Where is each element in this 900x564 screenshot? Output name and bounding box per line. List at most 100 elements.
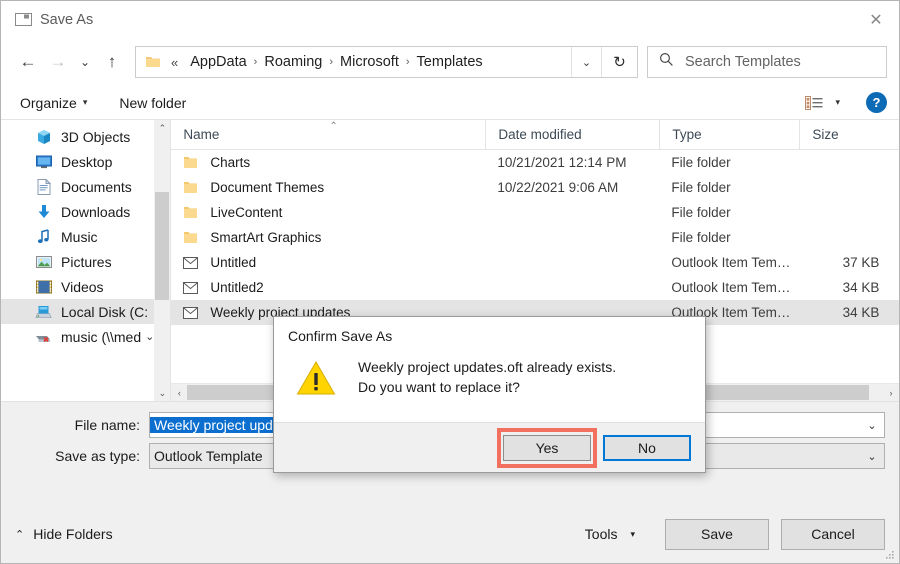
file-name-cell: SmartArt Graphics (171, 230, 485, 245)
no-button-wrapper: No (603, 434, 691, 461)
videos-icon (35, 278, 52, 295)
yes-button[interactable]: Yes (503, 434, 591, 461)
dialog-body: Weekly project updates.oft already exist… (274, 344, 705, 422)
dialog-footer: Yes No (274, 422, 705, 472)
folder-icon (183, 230, 200, 245)
table-row[interactable]: SmartArt Graphics File folder (171, 225, 899, 250)
chevron-down-icon[interactable]: ⌄ (571, 47, 601, 77)
save-as-type-label: Save as type: (55, 448, 140, 464)
chevron-down-icon[interactable]: ⌄ (860, 419, 884, 432)
table-row[interactable]: Charts 10/21/2021 12:14 PM File folder (171, 150, 899, 175)
navigation-pane: 3D Objects Desktop Documents Downloads M… (1, 120, 172, 401)
sidebar-item-documents[interactable]: Documents (1, 174, 154, 199)
arrow-left-icon[interactable]: ← (13, 47, 43, 77)
sidebar-item-label: Music (61, 228, 98, 245)
scroll-down-icon[interactable]: ⌄ (154, 385, 170, 401)
column-label: Type (672, 127, 702, 142)
sidebar-item-music-network[interactable]: music (\\med ⌄ (1, 324, 154, 349)
table-row[interactable]: Document Themes 10/22/2021 9:06 AM File … (171, 175, 899, 200)
window-title: Save As (40, 11, 94, 28)
file-size: 37 KB (842, 255, 880, 270)
search-placeholder: Search Templates (685, 54, 801, 70)
file-size: 34 KB (842, 280, 880, 295)
sidebar-item-label: Downloads (61, 203, 131, 220)
sidebar-item-3d-objects[interactable]: 3D Objects (1, 124, 154, 149)
sidebar-item-music[interactable]: Music (1, 224, 154, 249)
sidebar-item-videos[interactable]: Videos (1, 274, 154, 299)
downloads-icon (35, 203, 52, 220)
close-icon[interactable]: ✕ (853, 1, 899, 38)
file-name: LiveContent (210, 205, 283, 220)
hide-folders-button[interactable]: ⌃ Hide Folders (15, 526, 113, 542)
sidebar-item-desktop[interactable]: Desktop (1, 149, 154, 174)
network-drive-disconnected-icon (35, 328, 52, 345)
tools-label: Tools (584, 526, 618, 542)
view-layout-icon[interactable] (805, 95, 823, 110)
chevron-up-icon: ⌃ (15, 528, 25, 541)
sidebar-scroll-thumb[interactable] (155, 192, 170, 300)
address-bar[interactable]: « AppData › Roaming › Microsoft › Templa… (135, 46, 638, 78)
sidebar-item-label: Documents (61, 178, 132, 195)
tools-button[interactable]: Tools ▾ (585, 526, 635, 542)
arrow-up-icon[interactable]: ↑ (97, 47, 127, 77)
sidebar-item-local-disk[interactable]: Local Disk (C: (1, 299, 155, 324)
table-row[interactable]: Untitled Outlook Item Tem… 37 KB (171, 250, 899, 275)
scroll-left-icon[interactable]: ‹ (171, 384, 187, 401)
title-bar: Save As ✕ (1, 1, 899, 38)
breadcrumb-item-appdata[interactable]: AppData (184, 54, 252, 70)
no-button[interactable]: No (603, 434, 691, 461)
column-label: Name (183, 127, 220, 142)
column-header-date-modified[interactable]: Date modified (485, 119, 659, 150)
breadcrumb-item-roaming[interactable]: Roaming (258, 54, 328, 70)
resize-grip-icon[interactable] (883, 548, 895, 560)
music-icon (35, 228, 52, 245)
folder-icon (145, 55, 161, 69)
chevron-down-icon[interactable]: ⌄ (73, 47, 97, 77)
command-bar: Organize ▾ New folder ▾ ? (1, 86, 899, 120)
breadcrumb-overflow[interactable]: « (161, 55, 184, 70)
chevron-down-icon[interactable]: ⌄ (145, 330, 154, 343)
confirm-save-as-dialog: Confirm Save As Weekly project updates.o… (273, 316, 706, 473)
help-button[interactable]: ? (866, 92, 887, 113)
desktop-icon (35, 153, 52, 170)
file-date: 10/22/2021 9:06 AM (497, 180, 619, 195)
folder-icon (183, 205, 200, 220)
chevron-down-icon[interactable]: ⌄ (860, 450, 884, 463)
sidebar-item-downloads[interactable]: Downloads (1, 199, 154, 224)
sidebar-item-label: music (\\med (61, 328, 142, 345)
chevron-down-icon[interactable]: ▾ (835, 97, 840, 108)
file-name-cell: Charts (171, 155, 485, 170)
save-as-type-value: Outlook Template (154, 448, 263, 464)
file-name: Untitled (210, 255, 257, 270)
refresh-icon[interactable]: ↻ (601, 47, 637, 77)
table-row[interactable]: Untitled2 Outlook Item Tem… 34 KB (171, 275, 899, 300)
breadcrumb-item-templates[interactable]: Templates (411, 54, 489, 70)
organize-button[interactable]: Organize ▾ (13, 95, 94, 111)
yes-button-wrapper: Yes (497, 427, 597, 468)
file-type: Outlook Item Tem… (671, 280, 791, 295)
sidebar-item-label: Pictures (61, 253, 112, 270)
sidebar-item-pictures[interactable]: Pictures (1, 249, 154, 274)
file-name: Document Themes (210, 180, 325, 195)
new-folder-button[interactable]: New folder (112, 95, 193, 111)
column-header-name[interactable]: Name ⌃ (171, 120, 485, 150)
column-header-row: Name ⌃ Date modified Type Size (171, 119, 899, 150)
table-row[interactable]: LiveContent File folder (171, 200, 899, 225)
file-name-cell: Untitled (171, 255, 485, 270)
file-name: Untitled2 (210, 280, 264, 295)
save-as-icon (14, 13, 32, 27)
save-button[interactable]: Save (665, 518, 769, 550)
sidebar-scrollbar[interactable]: ⌃ ⌄ (154, 120, 171, 401)
search-input[interactable]: Search Templates (647, 46, 887, 78)
column-label: Size (812, 127, 839, 142)
cancel-button[interactable]: Cancel (781, 518, 885, 550)
column-header-size[interactable]: Size (799, 119, 889, 150)
file-type: File folder (671, 230, 731, 245)
column-header-type[interactable]: Type (659, 119, 799, 150)
save-as-window: Save As ✕ ← → ⌄ ↑ « AppData › Roaming › … (0, 0, 900, 564)
breadcrumb-item-microsoft[interactable]: Microsoft (334, 54, 405, 70)
file-type: Outlook Item Tem… (671, 255, 791, 270)
scroll-right-icon[interactable]: › (883, 384, 899, 401)
sidebar-scroll-track[interactable] (154, 136, 170, 385)
scroll-up-icon[interactable]: ⌃ (154, 120, 170, 136)
